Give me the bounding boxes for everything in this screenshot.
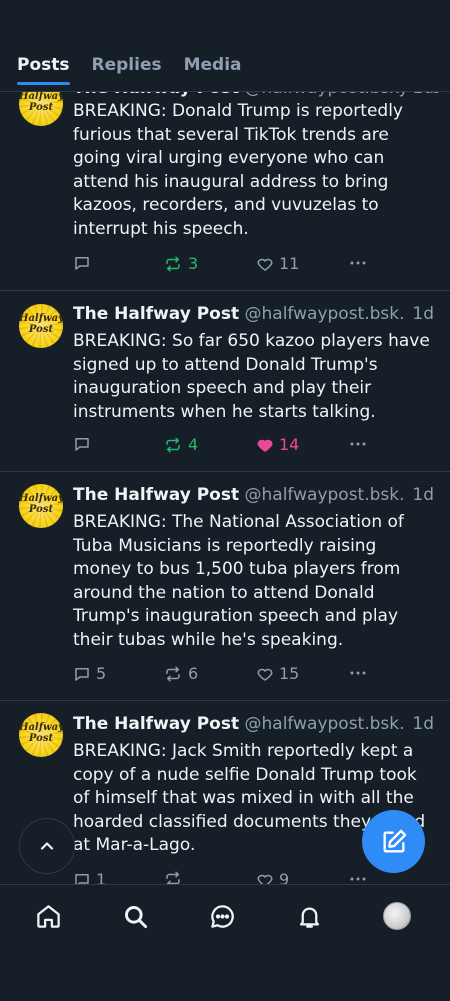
post-time: 1d <box>406 714 434 734</box>
like-button[interactable]: 11 <box>256 254 299 273</box>
post-text: BREAKING: The National Association of Tu… <box>73 512 404 650</box>
like-count: 11 <box>279 254 300 273</box>
author-name[interactable]: The Halfway Post <box>73 714 239 734</box>
post-actions: 5 6 15 <box>73 664 373 686</box>
speech-bubble-icon <box>75 257 89 270</box>
post-actions: 1 9 <box>73 870 373 884</box>
author-handle[interactable]: @halfwaypost.bsk... <box>245 714 416 734</box>
reply-button[interactable]: 5 <box>73 664 106 683</box>
tab-replies[interactable]: Replies <box>92 55 162 85</box>
tab-media[interactable]: Media <box>184 55 242 85</box>
avatar-logo-text: Halfway Post <box>19 313 63 335</box>
post-item[interactable]: Halfway Post The Halfway Post @halfwaypo… <box>0 291 450 472</box>
repost-button[interactable]: 6 <box>163 664 198 683</box>
bottom-navigation <box>0 884 450 1001</box>
author-name[interactable]: The Halfway Post <box>73 304 239 324</box>
nav-chat[interactable] <box>207 901 237 931</box>
repost-count: 4 <box>188 435 199 454</box>
author-avatar[interactable]: Halfway Post <box>19 484 63 528</box>
reply-count: 5 <box>96 664 107 683</box>
header-divider <box>0 91 450 92</box>
avatar-logo-text: Halfway Post <box>19 91 63 113</box>
ellipsis-icon <box>350 442 366 446</box>
more-options-button[interactable] <box>348 254 368 272</box>
repost-arrows-icon <box>166 437 180 452</box>
reply-button[interactable] <box>73 254 96 272</box>
post-item[interactable]: Halfway Post The Halfway Post @halfwaypo… <box>0 68 450 291</box>
nav-notifications[interactable] <box>294 901 324 931</box>
post-header: The Halfway Post @halfwaypost.bsk... 1d <box>73 485 438 509</box>
like-button[interactable]: 9 <box>256 870 289 884</box>
heart-icon <box>257 668 273 681</box>
author-name[interactable]: The Halfway Post <box>73 485 239 505</box>
profile-tabs-header: Posts Replies Media <box>0 0 450 92</box>
nav-home[interactable] <box>33 901 63 931</box>
author-avatar[interactable]: Halfway Post <box>19 713 63 757</box>
like-button[interactable]: 14 <box>256 435 299 454</box>
more-options-button[interactable] <box>348 870 368 884</box>
repost-arrows-icon <box>166 256 180 271</box>
more-options-button[interactable] <box>348 435 368 453</box>
repost-button[interactable] <box>163 870 188 884</box>
bell-icon <box>299 907 319 928</box>
speech-bubble-icon <box>75 873 89 884</box>
scroll-to-top-button[interactable] <box>19 818 75 874</box>
reply-count: 1 <box>96 870 107 884</box>
like-count: 14 <box>279 435 300 454</box>
speech-bubble-icon <box>75 438 89 451</box>
post-header: The Halfway Post @halfwaypost.bsk... 1d <box>73 714 438 738</box>
profile-avatar <box>383 902 411 930</box>
post-header: The Halfway Post @halfwaypost.bsk... 1d <box>73 304 438 328</box>
repost-button[interactable]: 4 <box>163 435 198 454</box>
post-item[interactable]: Halfway Post The Halfway Post @halfwaypo… <box>0 472 450 701</box>
post-time: 1d <box>406 485 434 505</box>
ellipsis-icon <box>350 877 366 881</box>
ellipsis-icon <box>350 261 366 265</box>
author-handle[interactable]: @halfwaypost.bsk... <box>245 304 416 324</box>
repost-arrows-icon <box>166 666 180 681</box>
home-icon <box>36 904 60 928</box>
repost-count: 3 <box>188 254 199 273</box>
heart-icon <box>257 258 273 271</box>
avatar-logo-text: Halfway Post <box>19 722 63 744</box>
post-text: BREAKING: So far 650 kazoo players have … <box>73 331 430 422</box>
repost-count: 6 <box>188 664 199 683</box>
more-options-button[interactable] <box>348 664 368 682</box>
like-count: 9 <box>279 870 290 884</box>
author-handle[interactable]: @halfwaypost.bsk... <box>245 485 416 505</box>
search-icon <box>124 905 147 928</box>
tab-bar: Posts Replies Media <box>17 55 264 85</box>
like-button[interactable]: 15 <box>256 664 299 683</box>
compose-post-button[interactable] <box>362 810 425 873</box>
tab-posts[interactable]: Posts <box>17 55 70 85</box>
post-feed[interactable]: Halfway Post The Halfway Post @halfwaypo… <box>0 0 450 884</box>
reply-button[interactable]: 1 <box>73 870 106 884</box>
pencil-square-icon <box>383 829 406 852</box>
ellipsis-icon <box>350 671 366 675</box>
chevron-up-icon <box>40 842 54 850</box>
avatar-logo-text: Halfway Post <box>19 493 63 515</box>
like-count: 15 <box>279 664 300 683</box>
heart-icon <box>257 874 273 884</box>
heart-icon <box>257 439 273 452</box>
repost-button[interactable]: 3 <box>163 254 198 273</box>
chat-icon <box>210 904 234 928</box>
nav-search[interactable] <box>120 901 150 931</box>
repost-arrows-icon <box>166 871 180 884</box>
post-actions: 3 11 <box>73 254 373 276</box>
speech-bubble-icon <box>75 667 89 681</box>
post-time: 1d <box>406 304 434 324</box>
reply-button[interactable] <box>73 435 96 453</box>
post-actions: 4 14 <box>73 435 373 457</box>
nav-profile[interactable] <box>382 901 412 931</box>
author-avatar[interactable]: Halfway Post <box>19 304 63 348</box>
post-text: BREAKING: Donald Trump is reportedly fur… <box>73 101 403 239</box>
